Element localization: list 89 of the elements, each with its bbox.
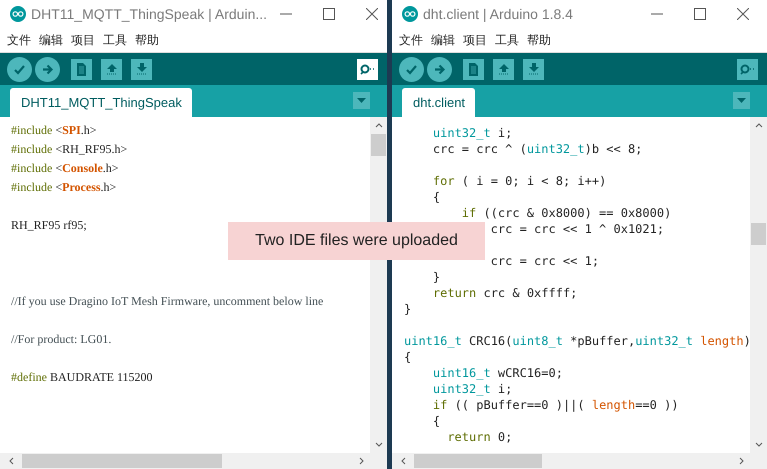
code-line: if (( pBuffer==0 )||( length==0 )) (432, 397, 679, 413)
open-button[interactable] (493, 58, 514, 80)
scroll-up-icon[interactable] (374, 122, 382, 128)
menu-item[interactable]: 工具 (103, 32, 127, 48)
vertical-scrollbar[interactable] (750, 117, 767, 453)
code-line: if ((crc & 0x8000) == 0x8000) (462, 205, 672, 221)
down-arrow-icon (136, 63, 148, 75)
check-icon (13, 62, 26, 76)
menu-item[interactable]: 帮助 (135, 32, 159, 48)
menu-item[interactable]: 项目 (463, 32, 487, 48)
scroll-right-icon[interactable] (359, 457, 365, 465)
menu-item[interactable]: 文件 (399, 32, 423, 48)
code-line: crc = crc << 1 ^ 0x1021; (490, 221, 664, 237)
scrollbar-thumb[interactable] (414, 454, 542, 468)
caret-icon (737, 98, 746, 103)
save-button[interactable] (131, 58, 152, 80)
document-icon (468, 62, 479, 76)
file-tab[interactable]: DHT11_MQTT_ThingSpeak (10, 88, 192, 117)
down-arrow-icon (528, 63, 540, 75)
code-line: uint32_t i; (432, 125, 512, 141)
menu-item[interactable]: 工具 (495, 32, 519, 48)
code-line: #include <RH_RF95.h> (11, 141, 128, 158)
tab-menu-button[interactable] (353, 92, 370, 109)
code-line: } (404, 301, 412, 317)
code-line: } (432, 269, 440, 285)
up-arrow-icon (106, 63, 118, 75)
notice-banner: Two IDE files were uploaded (228, 222, 485, 260)
code-line: #define BAUDRATE 115200 (11, 369, 153, 386)
check-icon (405, 62, 418, 76)
code-line: uint32_t i; (432, 381, 512, 397)
code-line: RH_RF95 rf95; (11, 217, 87, 234)
scroll-down-icon[interactable] (754, 442, 762, 448)
code-line: uint16_t CRC16(uint8_t *pBuffer,uint32_t length) (404, 333, 750, 349)
menu-item[interactable]: 项目 (71, 32, 95, 48)
caret-icon (357, 98, 366, 103)
arduino-logo-icon (402, 6, 418, 22)
code-line: uint16_t wCRC16=0; (432, 365, 563, 381)
magnifier-icon (740, 64, 755, 74)
verify-button[interactable] (399, 56, 424, 82)
window-title: DHT11_MQTT_ThingSpeak | Arduin... (31, 6, 268, 22)
magnifier-icon (360, 64, 375, 74)
serial-monitor-button[interactable] (357, 58, 378, 80)
code-line: crc = crc << 1; (490, 253, 600, 269)
document-icon (76, 62, 87, 76)
scrollbar-thumb[interactable] (22, 454, 222, 468)
upload-button[interactable] (35, 56, 60, 82)
code-line: #include <SPI.h> (11, 122, 97, 139)
close-icon[interactable] (737, 8, 749, 20)
up-arrow-icon (498, 63, 510, 75)
code-line: //If you use Dragino IoT Mesh Firmware, uncomment below line (11, 293, 324, 310)
window-title: dht.client | Arduino 1.8.4 (423, 6, 574, 22)
code-line: for ( i = 0; i < 8; i++) (432, 173, 606, 189)
scroll-down-icon[interactable] (374, 442, 382, 448)
code-line: { (432, 413, 440, 429)
scroll-left-icon[interactable] (8, 457, 14, 465)
code-line: #include <Console.h> (11, 160, 119, 177)
menu-item[interactable]: 帮助 (527, 32, 551, 48)
scroll-left-icon[interactable] (400, 457, 406, 465)
code-line: return crc & 0xffff; (432, 285, 578, 301)
maximize-icon[interactable] (694, 8, 706, 20)
maximize-icon[interactable] (323, 8, 336, 20)
new-sketch-button[interactable] (71, 58, 92, 80)
code-line: #include <Process.h> (11, 179, 116, 196)
menu-item[interactable]: 编辑 (431, 32, 455, 48)
scroll-right-icon[interactable] (739, 457, 745, 465)
serial-monitor-button[interactable] (737, 58, 758, 80)
new-sketch-button[interactable] (463, 58, 484, 80)
scroll-up-icon[interactable] (754, 122, 762, 128)
scrollbar-thumb[interactable] (371, 134, 386, 156)
code-line: //For product: LG01. (11, 331, 112, 348)
code-line: { (432, 189, 440, 205)
code-line: return 0; (447, 429, 512, 445)
save-button[interactable] (523, 58, 544, 80)
tab-menu-button[interactable] (733, 92, 750, 109)
menu-item[interactable]: 编辑 (39, 32, 63, 48)
menu-item[interactable]: 文件 (7, 32, 31, 48)
arduino-logo-icon (10, 6, 26, 22)
scrollbar-thumb[interactable] (751, 223, 766, 245)
right-arrow-icon (41, 62, 54, 76)
right-arrow-icon (433, 62, 446, 76)
open-button[interactable] (101, 58, 122, 80)
verify-button[interactable] (7, 56, 32, 82)
file-tab[interactable]: dht.client (402, 88, 476, 117)
horizontal-scrollbar[interactable] (0, 453, 387, 469)
code-line: crc = crc ^ (uint32_t)b << 8; (432, 141, 642, 157)
horizontal-scrollbar[interactable] (392, 453, 767, 469)
code-line: { (404, 349, 412, 365)
upload-button[interactable] (427, 56, 452, 82)
close-icon[interactable] (366, 8, 378, 20)
